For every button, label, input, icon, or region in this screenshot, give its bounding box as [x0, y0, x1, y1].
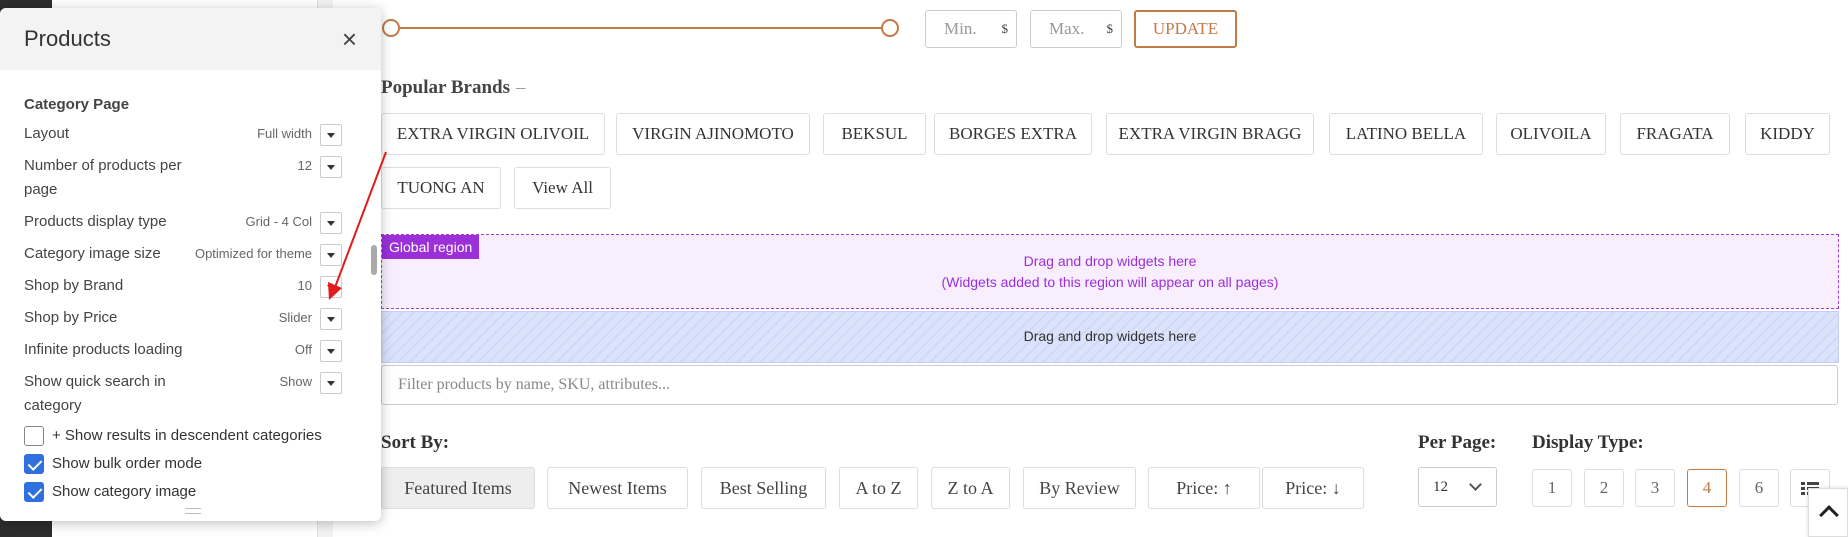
brand-button[interactable]: OLIVOILA: [1496, 113, 1606, 155]
section-title: Category Page: [24, 96, 130, 113]
resize-grip[interactable]: [185, 508, 201, 514]
option-label: Layout: [24, 125, 70, 142]
display-type-2-button[interactable]: 2: [1584, 469, 1624, 507]
option-value: Full width: [257, 126, 312, 141]
brand-button[interactable]: EXTRA VIRGIN BRAGG: [1106, 113, 1314, 155]
brand-button[interactable]: KIDDY: [1745, 113, 1830, 155]
panel-title: Products: [24, 26, 111, 51]
min-price-placeholder: Min.: [944, 19, 977, 38]
max-price-placeholder: Max.: [1049, 19, 1085, 38]
global-region-hint: Drag and drop widgets here: [1023, 253, 1197, 269]
sort-newest-button[interactable]: Newest Items: [547, 467, 688, 509]
bulk-order-checkbox[interactable]: [24, 454, 44, 474]
sort-z-to-a-button[interactable]: Z to A: [931, 467, 1010, 509]
brand-button[interactable]: FRAGATA: [1620, 113, 1730, 155]
quick-search-select[interactable]: [320, 372, 342, 394]
option-value: Off: [294, 342, 312, 357]
min-price-input[interactable]: Min. $: [925, 10, 1017, 48]
shop-by-price-select[interactable]: [320, 308, 342, 330]
option-value: Show: [279, 374, 312, 389]
per-page-value: 12: [1433, 479, 1448, 495]
sort-by-label: Sort By:: [381, 432, 450, 453]
annotation-arrow: [328, 151, 387, 300]
global-widget-region[interactable]: Global region Drag and drop widgets here…: [381, 234, 1839, 309]
currency-symbol: $: [1106, 21, 1114, 36]
update-price-button[interactable]: UPDATE: [1134, 10, 1237, 48]
sort-featured-button[interactable]: Featured Items: [381, 467, 535, 509]
brand-button[interactable]: BORGES EXTRA: [934, 113, 1092, 155]
price-slider-max-handle[interactable]: [881, 19, 899, 37]
descendent-categories-checkbox[interactable]: [24, 426, 44, 446]
panel-header: Products ×: [0, 8, 381, 70]
sort-by-review-button[interactable]: By Review: [1023, 467, 1136, 509]
option-value: Optimized for theme: [194, 246, 312, 261]
brand-button[interactable]: TUONG AN: [381, 167, 501, 209]
price-slider-min-handle[interactable]: [382, 19, 400, 37]
brand-button[interactable]: BEKSUL: [823, 113, 926, 155]
checkbox-label: Show category image: [52, 483, 197, 500]
drop-region-hint: Drag and drop widgets here: [1023, 328, 1197, 344]
option-value: Grid - 4 Col: [245, 214, 312, 229]
option-label: Shop by Price: [24, 309, 118, 326]
brand-button[interactable]: EXTRA VIRGIN OLIVOIL: [381, 113, 605, 155]
sort-best-selling-button[interactable]: Best Selling: [701, 467, 826, 509]
close-icon[interactable]: ×: [342, 26, 357, 52]
option-value: Slider: [278, 310, 312, 325]
global-region-note: (Widgets added to this region will appea…: [941, 274, 1279, 290]
price-slider-track[interactable]: [392, 27, 892, 29]
checkbox-label: + Show results in descendent categories: [52, 427, 322, 444]
checkbox-label: Show bulk order mode: [52, 455, 203, 472]
max-price-input[interactable]: Max. $: [1030, 10, 1122, 48]
widget-drop-region[interactable]: Drag and drop widgets here: [381, 311, 1839, 363]
option-value: 10: [297, 278, 312, 293]
per-page-label: Per Page:: [1418, 432, 1497, 453]
view-all-brands-button[interactable]: View All: [514, 167, 611, 209]
infinite-loading-select[interactable]: [320, 340, 342, 362]
display-type-1-button[interactable]: 1: [1532, 469, 1572, 507]
display-type-3-button[interactable]: 3: [1635, 469, 1675, 507]
category-image-checkbox[interactable]: [24, 482, 44, 502]
product-filter-input[interactable]: Filter products by name, SKU, attributes…: [381, 365, 1838, 405]
scroll-to-top-button[interactable]: [1808, 488, 1848, 537]
sort-price-asc-button[interactable]: Price: ↑: [1148, 467, 1260, 509]
layout-select[interactable]: [320, 124, 342, 146]
currency-symbol: $: [1001, 21, 1009, 36]
option-label: Show quick search in category: [24, 373, 166, 414]
sort-price-desc-button[interactable]: Price: ↓: [1262, 467, 1364, 509]
popular-brands-heading: Popular Brands –: [381, 77, 526, 99]
popular-brands-title: Popular Brands: [381, 77, 510, 98]
option-label: Shop by Brand: [24, 277, 124, 294]
per-page-select[interactable]: 12: [1418, 467, 1497, 507]
option-label: Number of products per page: [24, 157, 182, 198]
brand-button[interactable]: VIRGIN AJINOMOTO: [616, 113, 810, 155]
brand-button[interactable]: LATINO BELLA: [1329, 113, 1483, 155]
display-type-4-button[interactable]: 4: [1687, 469, 1727, 507]
sort-a-to-z-button[interactable]: A to Z: [839, 467, 918, 509]
chevron-down-icon: [1469, 478, 1482, 491]
collapse-toggle[interactable]: –: [516, 77, 526, 98]
option-label: Category image size: [24, 245, 161, 262]
option-value: 12: [297, 158, 312, 173]
option-label: Infinite products loading: [24, 341, 183, 358]
option-label: Products display type: [24, 213, 167, 230]
display-type-label: Display Type:: [1532, 432, 1644, 453]
display-type-6-button[interactable]: 6: [1739, 469, 1779, 507]
